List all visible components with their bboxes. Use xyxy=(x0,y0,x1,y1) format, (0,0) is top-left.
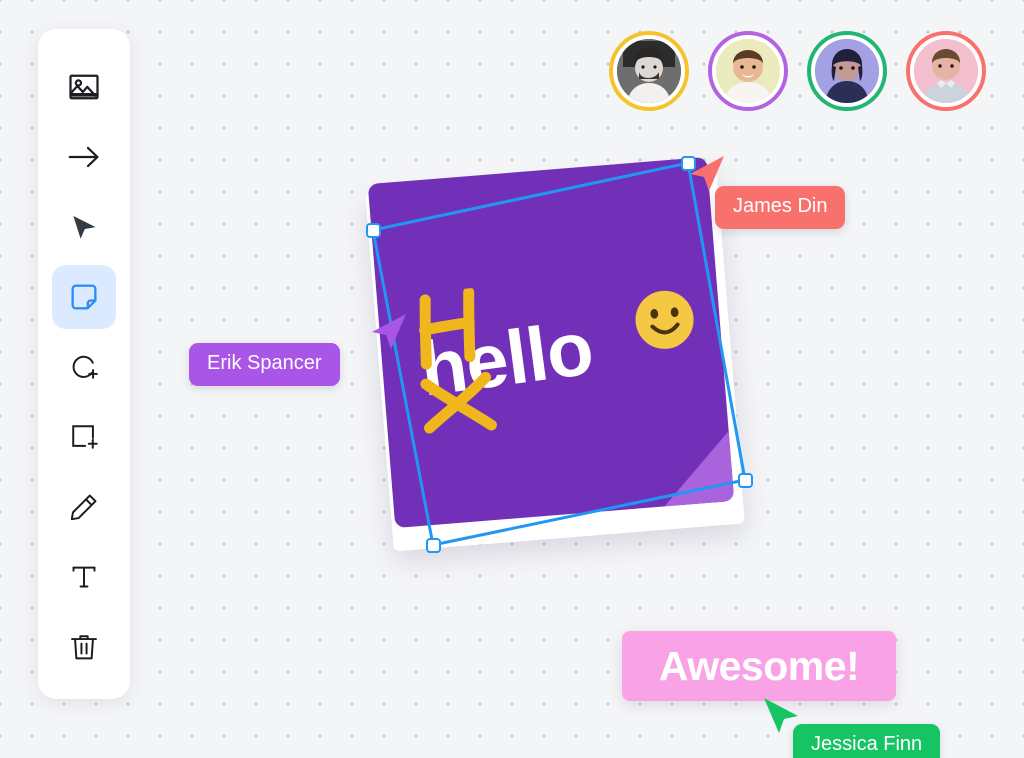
arrow-icon xyxy=(65,138,103,176)
avatar[interactable] xyxy=(708,31,788,111)
sticky-note-pink[interactable]: Awesome! xyxy=(622,631,896,701)
tool-select[interactable] xyxy=(52,195,116,259)
collaborator-avatars xyxy=(609,31,986,111)
avatar[interactable] xyxy=(906,31,986,111)
avatar-photo xyxy=(815,39,879,103)
cursor-label-jessica-finn[interactable]: Jessica Finn xyxy=(793,724,941,758)
add-circle-icon xyxy=(67,350,101,384)
smiley-face-emoji xyxy=(631,286,698,353)
pencil-icon xyxy=(67,490,101,524)
text-icon xyxy=(67,560,101,594)
add-square-icon xyxy=(67,420,101,454)
tool-image[interactable] xyxy=(52,55,116,119)
tool-add-circle[interactable] xyxy=(52,335,116,399)
avatar-photo xyxy=(617,39,681,103)
tool-pencil[interactable] xyxy=(52,475,116,539)
sticky-note-icon xyxy=(67,280,101,314)
tool-arrow[interactable] xyxy=(52,125,116,189)
tool-trash[interactable] xyxy=(52,615,116,679)
whiteboard-app: hello James Din Erik Spancer Awesome! Je… xyxy=(0,0,1024,758)
trash-icon xyxy=(67,630,101,664)
tool-sticky-note[interactable] xyxy=(52,265,116,329)
selection-handle-bottom-left[interactable] xyxy=(426,538,441,553)
awesome-note-text: Awesome! xyxy=(658,642,860,689)
note-folded-corner xyxy=(658,431,735,507)
selection-handle-top-left[interactable] xyxy=(366,223,381,238)
image-icon xyxy=(66,69,102,105)
cursor-label-erik-spancer[interactable]: Erik Spancer xyxy=(189,343,340,386)
selection-handle-top-right[interactable] xyxy=(681,156,696,171)
avatar[interactable] xyxy=(807,31,887,111)
note-text: hello xyxy=(415,305,598,413)
cursor-icon xyxy=(67,210,101,244)
note-body: hello xyxy=(367,156,735,529)
cursor-label-james-din[interactable]: James Din xyxy=(715,186,846,229)
avatar-photo xyxy=(914,39,978,103)
sticky-note-purple[interactable]: hello xyxy=(365,156,745,552)
tool-text[interactable] xyxy=(52,545,116,609)
tool-palette xyxy=(38,29,130,699)
tool-add-square[interactable] xyxy=(52,405,116,469)
avatar-photo xyxy=(716,39,780,103)
selection-handle-bottom-right[interactable] xyxy=(738,473,753,488)
avatar[interactable] xyxy=(609,31,689,111)
